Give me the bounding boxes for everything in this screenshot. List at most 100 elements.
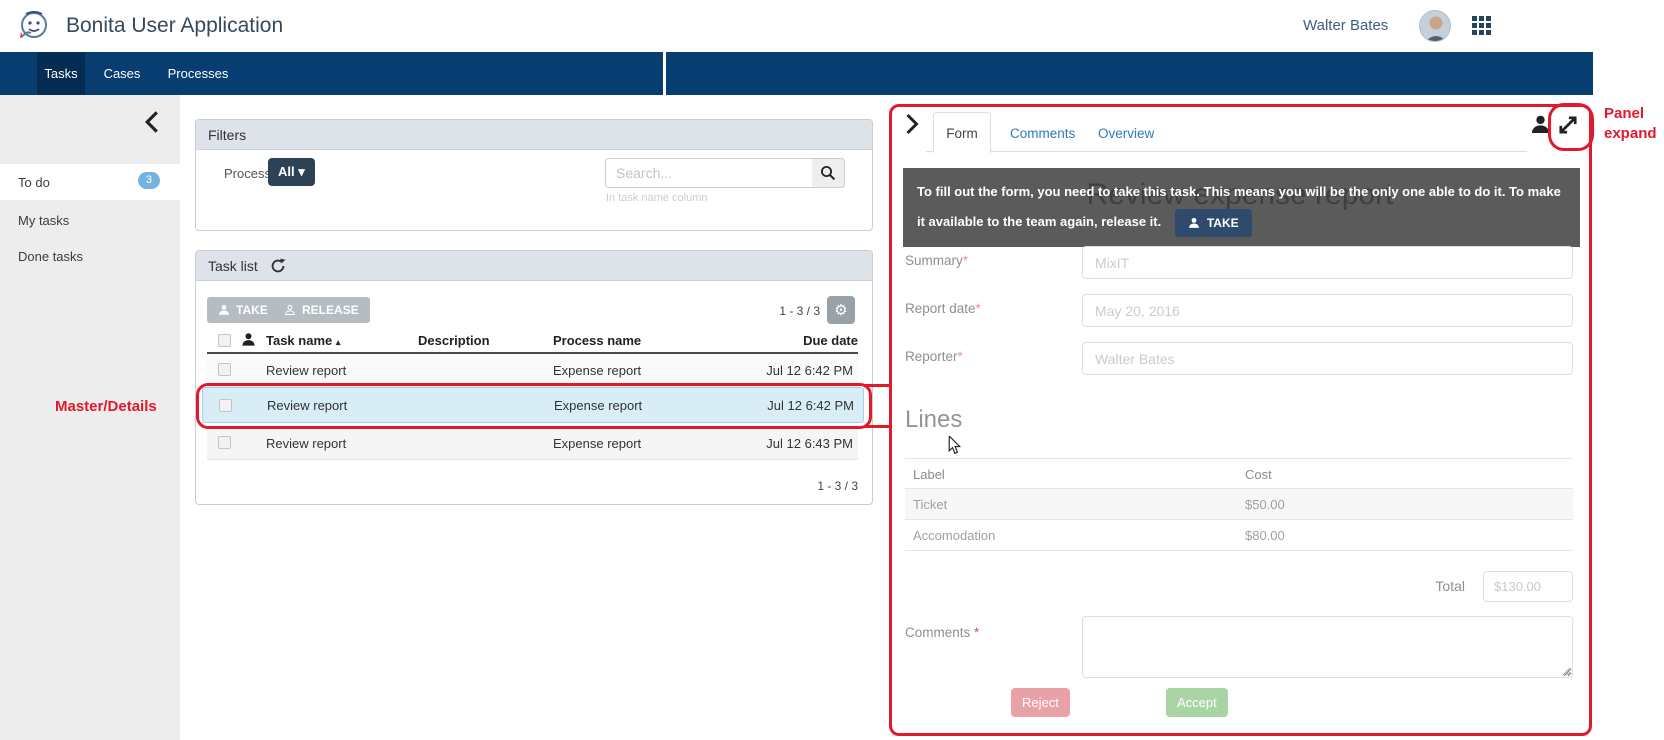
release-button-label: RELEASE (302, 303, 359, 317)
caret-down-icon: ▾ (298, 164, 305, 179)
row-checkbox[interactable] (218, 436, 231, 449)
sidebar-item-label: Done tasks (18, 249, 83, 264)
row-checkbox[interactable] (219, 399, 232, 412)
user-outline-icon (284, 304, 296, 316)
field-label-comments: Comments * (905, 625, 979, 640)
field-label-reporter: Reporter* (905, 349, 963, 364)
app-title: Bonita User Application (66, 14, 283, 38)
table-row[interactable]: Review report Expense report Jul 12 6:42… (207, 354, 858, 387)
lines-section-title: Lines (905, 406, 962, 434)
user-icon (1188, 217, 1200, 229)
total-field[interactable] (1483, 571, 1573, 602)
line-label: Accomodation (913, 528, 995, 543)
banner-take-label: TAKE (1207, 216, 1239, 230)
assignee-column-icon (241, 332, 256, 347)
line-cost: $50.00 (1245, 497, 1285, 512)
banner-take-button[interactable]: TAKE (1175, 209, 1252, 237)
tabbar-border (926, 151, 1527, 152)
take-task-banner: To fill out the form, you need to take t… (903, 168, 1580, 247)
line-cost: $80.00 (1245, 528, 1285, 543)
cell-process-name: Expense report (553, 363, 641, 378)
cell-task-name: Review report (267, 398, 347, 413)
sidebar-collapse-icon[interactable] (142, 110, 162, 134)
search-button[interactable] (812, 158, 845, 188)
sidebar-item-todo[interactable]: To do 3 (0, 164, 180, 200)
nav-tab-cases[interactable]: Cases (97, 52, 147, 95)
field-label-summary: Summary* (905, 253, 968, 268)
sidebar-item-done-tasks[interactable]: Done tasks (0, 238, 180, 274)
search-input[interactable] (605, 158, 813, 188)
required-asterisk: * (958, 349, 963, 364)
navbar (0, 52, 1593, 95)
cell-due-date: Jul 12 6:43 PM (747, 436, 853, 451)
row-checkbox[interactable] (218, 363, 231, 376)
filters-panel-title: Filters (196, 120, 872, 150)
panel-collapse-icon[interactable] (903, 112, 921, 136)
field-label-report-date: Report date* (905, 301, 981, 316)
column-header-task-name[interactable]: Task name ▴ (266, 333, 340, 348)
required-asterisk: * (974, 625, 979, 640)
annotation-panel-expand-label: Panel expand (1604, 104, 1657, 144)
select-all-checkbox[interactable] (218, 334, 231, 347)
task-list-title: Task list (208, 258, 258, 274)
pagination-bottom: 1 - 3 / 3 (770, 479, 858, 493)
process-filter-dropdown[interactable]: All ▾ (268, 158, 315, 186)
lines-row: Ticket $50.00 (905, 489, 1573, 520)
cell-task-name: Review report (266, 363, 346, 378)
process-filter-label: Process (224, 166, 271, 181)
nav-tab-tasks[interactable]: Tasks (37, 52, 85, 95)
navbar-divider (663, 52, 666, 95)
assignee-icon (1530, 113, 1551, 136)
accept-button[interactable]: Accept (1166, 688, 1228, 717)
table-row-selected[interactable]: Review report Expense report Jul 12 6:42… (202, 387, 864, 423)
refresh-icon[interactable] (270, 258, 286, 274)
pagination-top: 1 - 3 / 3 (735, 304, 820, 318)
gear-icon: ⚙ (834, 302, 847, 319)
report-date-field[interactable] (1082, 294, 1573, 327)
sidebar-item-my-tasks[interactable]: My tasks (0, 202, 180, 238)
summary-field[interactable] (1082, 246, 1573, 279)
cell-process-name: Expense report (554, 398, 642, 413)
take-button[interactable]: TAKE (207, 297, 279, 323)
column-header-description[interactable]: Description (418, 333, 490, 348)
lines-col-cost: Cost (1245, 467, 1272, 482)
table-row[interactable]: Review report Expense report Jul 12 6:43… (207, 427, 858, 460)
tab-comments[interactable]: Comments (1010, 126, 1075, 141)
gear-button[interactable]: ⚙ (827, 296, 855, 324)
cell-task-name: Review report (266, 436, 346, 451)
required-asterisk: * (976, 301, 981, 316)
todo-count-badge: 3 (138, 172, 160, 189)
required-asterisk: * (963, 253, 968, 268)
lines-header-row: Label Cost (905, 458, 1573, 489)
release-button[interactable]: RELEASE (273, 297, 370, 323)
reporter-field[interactable] (1082, 342, 1573, 375)
lines-row: Accomodation $80.00 (905, 520, 1573, 551)
process-filter-value: All (278, 164, 295, 179)
avatar[interactable] (1419, 10, 1451, 42)
search-icon (820, 165, 836, 181)
nav-tab-processes[interactable]: Processes (160, 52, 236, 95)
app-grid-icon[interactable] (1472, 16, 1492, 36)
user-name[interactable]: Walter Bates (1303, 17, 1388, 34)
take-button-label: TAKE (236, 303, 268, 317)
tab-overview[interactable]: Overview (1098, 126, 1154, 141)
comments-field[interactable] (1082, 616, 1573, 678)
annotation-master-details-label: Master/Details (55, 397, 157, 417)
total-label: Total (1385, 578, 1465, 594)
sidebar-item-label: To do (18, 175, 50, 190)
column-header-due-date[interactable]: Due date (770, 333, 858, 348)
resize-handle[interactable] (1562, 667, 1571, 676)
user-icon (218, 304, 230, 316)
cell-process-name: Expense report (553, 436, 641, 451)
mouse-cursor (948, 436, 961, 455)
sidebar-item-label: My tasks (18, 213, 69, 228)
search-hint: In task name column (606, 192, 708, 204)
column-header-process-name[interactable]: Process name (553, 333, 641, 348)
cell-due-date: Jul 12 6:42 PM (748, 398, 854, 413)
lines-col-label: Label (913, 467, 945, 482)
reject-button[interactable]: Reject (1011, 688, 1070, 717)
bonita-logo (14, 8, 50, 44)
line-label: Ticket (913, 497, 947, 512)
panel-expand-icon[interactable] (1556, 113, 1580, 137)
tab-form[interactable]: Form (933, 112, 991, 153)
